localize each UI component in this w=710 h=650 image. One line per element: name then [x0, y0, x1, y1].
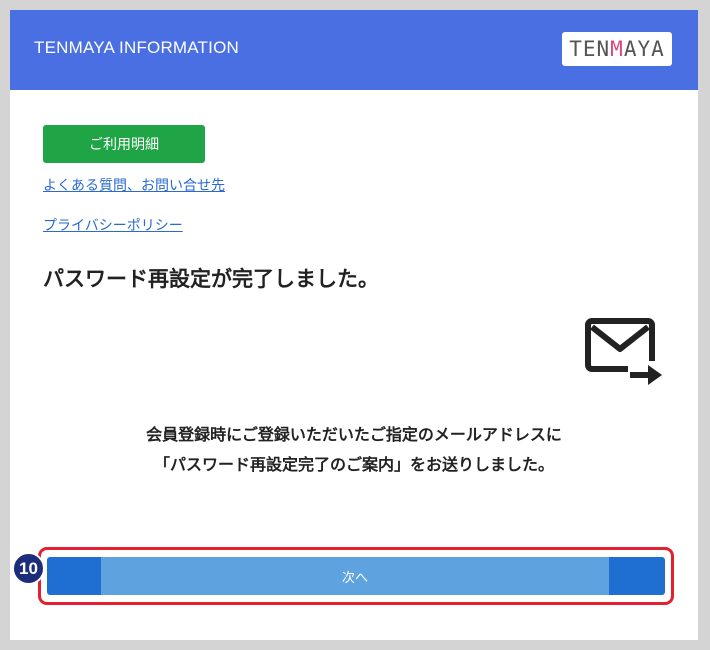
step-number-badge: 10 [12, 552, 45, 585]
faq-contact-link[interactable]: よくある質問、お問い合せ先 [43, 175, 225, 195]
privacy-policy-link[interactable]: プライバシーポリシー [43, 215, 183, 235]
message-line-1: 会員登録時にご登録いただいたご指定のメールアドレスに [146, 425, 562, 444]
header-title: TENMAYA INFORMATION [34, 38, 239, 57]
confirmation-message: 会員登録時にご登録いただいたご指定のメールアドレスに 「パスワード再設定完了のご… [10, 420, 698, 480]
logo-text-accent: M [610, 37, 624, 61]
page-frame: TENMAYA INFORMATION TEN M AYA ご利用明細 よくある質問… [10, 10, 698, 640]
message-line-2: 「パスワード再設定完了のご案内」をお送りしました。 [153, 455, 554, 474]
next-button[interactable]: 次へ [47, 557, 665, 595]
usage-details-button[interactable]: ご利用明細 [43, 125, 205, 163]
page-title: パスワード再設定が完了しました。 [43, 267, 379, 291]
header: TENMAYA INFORMATION TEN M AYA [10, 10, 698, 90]
logo-text-suffix: AYA [623, 37, 665, 61]
logo-text-prefix: TEN [569, 37, 611, 61]
tenmaya-logo[interactable]: TEN M AYA [562, 32, 672, 66]
next-button-label: 次へ [101, 557, 609, 595]
mail-send-icon [585, 318, 662, 385]
